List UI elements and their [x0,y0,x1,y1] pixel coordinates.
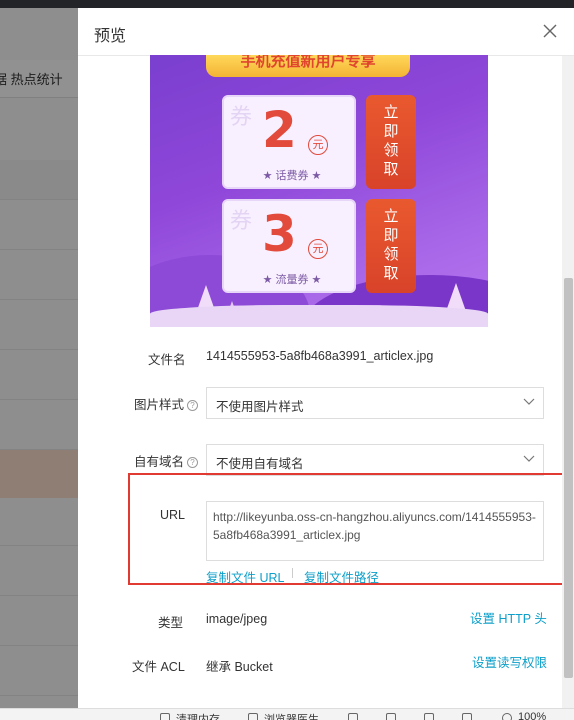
own-domain-label: 自有域名? [134,451,199,470]
help-icon[interactable]: ? [187,400,199,411]
close-icon [543,24,557,38]
coupon-amount: 2 [262,101,297,159]
coupon-label: ★ 话费券 ★ [262,170,322,182]
acl-label: 文件 ACL [132,660,185,674]
preview-image: 手机充值新用户专享 券 2 元 ★ 话费券 ★ 立即领取 券 3 元 ★ 流量券… [150,55,488,327]
screenshot-icon[interactable] [348,713,358,720]
memory-icon [160,713,170,720]
statusbar-clean-memory[interactable]: 清理内存 [176,711,220,720]
download-icon[interactable] [386,713,396,720]
image-style-label-text: 图片样式 [134,398,185,412]
own-domain-selected: 不使用自有域名 [216,457,304,471]
coupon-claim-text: 立即领取 [383,104,399,178]
coupon-stamp: 券 [230,104,253,129]
type-value: image/jpeg [206,612,268,626]
zoom-icon [502,713,512,720]
own-domain-select[interactable]: 不使用自有域名 [206,444,544,476]
doctor-icon [248,713,258,720]
coupon-label: ★ 流量券 ★ [262,274,322,286]
scrollbar-thumb[interactable] [564,278,573,678]
statusbar-browser-doctor[interactable]: 浏览器医生 [264,711,319,720]
close-button[interactable] [540,21,560,41]
image-style-label: 图片样式? [134,394,199,413]
coupon-claim-badge: 立即领取 [366,95,416,189]
drawer-header: 预览 [78,8,574,56]
image-style-selected: 不使用图片样式 [216,400,304,414]
preview-drawer: 预览 手机充值新用户专享 券 2 元 ★ 话费券 ★ 立即领取 券 3 元 ★ … [78,8,574,708]
statusbar-zoom[interactable]: 100% [518,711,546,720]
acl-value: 继承 Bucket [206,660,273,674]
coupon-claim-badge: 立即领取 [366,199,416,293]
snow-ground [150,305,488,327]
coupon-claim-text: 立即领取 [383,208,399,282]
set-acl-link[interactable]: 设置读写权限 [472,652,547,671]
coupon-stamp: 券 [230,208,253,233]
chevron-down-icon [523,455,535,462]
filename-label: 文件名 [148,353,186,367]
help-icon[interactable]: ? [187,457,199,468]
chevron-down-icon [523,398,535,405]
speaker-icon[interactable] [424,713,434,720]
coupon-unit: 元 [308,239,328,259]
highlight-box [128,473,572,585]
drawer-title: 预览 [94,28,127,45]
type-label: 类型 [158,616,184,630]
filename-value: 1414555953-5a8fb468a3991_articlex.jpg [206,349,434,363]
image-style-select[interactable]: 不使用图片样式 [206,387,544,419]
browser-statusbar: 清理内存 浏览器医生 100% [0,708,574,720]
window-icon[interactable] [462,713,472,720]
coupon-unit: 元 [308,135,328,155]
coupon-card: 券 3 元 ★ 流量券 ★ [222,199,356,293]
own-domain-label-text: 自有域名 [134,455,185,469]
set-http-header-link[interactable]: 设置 HTTP 头 [470,608,547,627]
promo-banner: 手机充值新用户专享 [206,55,410,77]
coupon-amount: 3 [262,205,297,263]
coupon-card: 券 2 元 ★ 话费券 ★ [222,95,356,189]
